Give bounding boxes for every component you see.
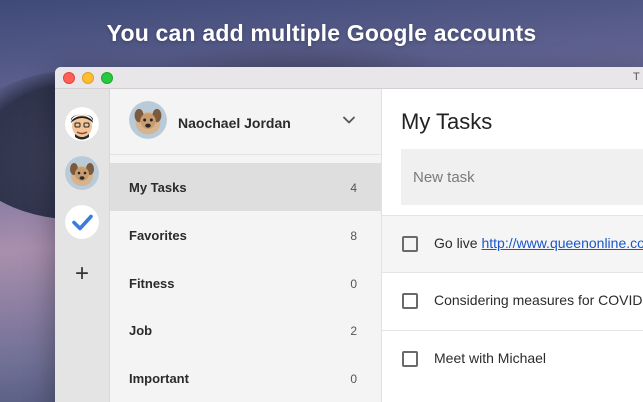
task-row[interactable]: Meet with Michael — [382, 330, 643, 387]
task-lists-panel: Naochael Jordan My Tasks 4 Favorites 8 F… — [110, 89, 382, 402]
list-item-label: Job — [129, 323, 153, 338]
app-window: T + Naochael Jordan My Tasks 4 Favorites… — [55, 67, 643, 402]
dog-photo-icon — [65, 156, 99, 190]
list-item-fitness[interactable]: Fitness 0 — [110, 259, 381, 307]
list-item-count: 4 — [350, 181, 357, 195]
profile-avatar — [129, 101, 167, 139]
close-window-button[interactable] — [63, 72, 75, 84]
list-item-important[interactable]: Important 0 — [110, 354, 381, 402]
minimize-window-button[interactable] — [82, 72, 94, 84]
list-item-count: 8 — [350, 229, 357, 243]
task-text: Considering measures for COVID — [434, 292, 643, 308]
task-checkbox[interactable] — [402, 293, 418, 309]
chevron-down-icon[interactable] — [340, 111, 358, 129]
task-row[interactable]: Considering measures for COVID — [382, 272, 643, 329]
window-titlebar[interactable]: T — [55, 67, 643, 89]
account-avatar-emoji[interactable] — [65, 107, 99, 141]
task-checkbox[interactable] — [402, 236, 418, 252]
dog-photo-icon — [129, 101, 167, 139]
emoji-face-icon — [65, 107, 99, 141]
task-text: Go live http://www.queenonline.com — [434, 235, 643, 251]
list-item-label: My Tasks — [129, 180, 187, 195]
task-link[interactable]: http://www.queenonline.com — [481, 235, 643, 251]
list-item-my-tasks[interactable]: My Tasks 4 — [110, 163, 381, 211]
list-item-label: Important — [129, 371, 189, 386]
profile-name: Naochael Jordan — [178, 115, 291, 131]
account-avatar-tasks[interactable] — [65, 205, 99, 239]
accounts-sidebar: + — [55, 89, 110, 402]
task-text-prefix: Go live — [434, 235, 482, 251]
account-avatar-dog[interactable] — [65, 156, 99, 190]
checkmark-icon — [65, 205, 99, 239]
new-task-input[interactable] — [401, 149, 643, 205]
list-item-count: 0 — [350, 372, 357, 386]
tasks-main-panel: My Tasks Go live http://www.queenonline.… — [382, 89, 643, 402]
list-item-count: 0 — [350, 277, 357, 291]
promo-headline: You can add multiple Google accounts — [106, 20, 537, 46]
list-item-job[interactable]: Job 2 — [110, 306, 381, 354]
list-item-label: Favorites — [129, 228, 187, 243]
task-text: Meet with Michael — [434, 350, 547, 366]
task-row[interactable]: Go live http://www.queenonline.com — [382, 215, 643, 272]
list-item-count: 2 — [350, 324, 357, 338]
page-title: My Tasks — [401, 109, 493, 134]
account-switcher[interactable]: Naochael Jordan — [110, 89, 381, 155]
task-checkbox[interactable] — [402, 351, 418, 367]
zoom-window-button[interactable] — [101, 72, 113, 84]
list-item-label: Fitness — [129, 276, 175, 291]
window-title: T — [633, 71, 640, 83]
list-item-favorites[interactable]: Favorites 8 — [110, 211, 381, 259]
add-account-button[interactable]: + — [72, 262, 92, 286]
